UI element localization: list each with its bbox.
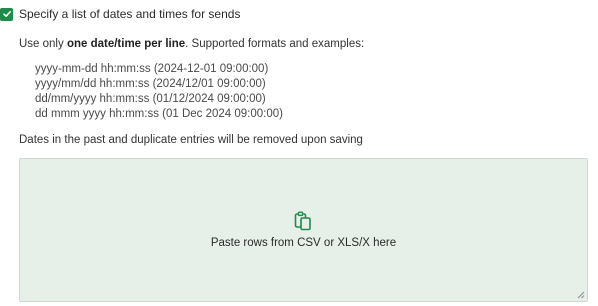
send-dates-label[interactable]: Specify a list of dates and times for se… bbox=[19, 7, 240, 21]
format-example: yyyy/mm/dd hh:mm:ss (2024/12/01 09:00:00… bbox=[35, 78, 266, 90]
format-example: dd/mm/yyyy hh:mm:ss (01/12/2024 09:00:00… bbox=[35, 93, 266, 105]
instructions-suffix: . Supported formats and examples: bbox=[185, 38, 365, 50]
dropzone-label: Paste rows from CSV or XLS/X here bbox=[210, 237, 397, 249]
format-instructions: Use only one date/time per line. Support… bbox=[19, 38, 364, 50]
paste-dropzone[interactable]: Paste rows from CSV or XLS/X here bbox=[19, 158, 588, 302]
paste-icon bbox=[294, 211, 311, 231]
removal-note: Dates in the past and duplicate entries … bbox=[19, 134, 363, 146]
send-dates-checkbox[interactable] bbox=[0, 7, 13, 21]
instructions-prefix: Use only bbox=[19, 38, 67, 50]
resize-handle-icon[interactable] bbox=[577, 291, 585, 299]
format-example: dd mmm yyyy hh:mm:ss (01 Dec 2024 09:00:… bbox=[35, 108, 283, 120]
checkmark-icon bbox=[2, 11, 11, 17]
format-example: yyyy-mm-dd hh:mm:ss (2024-12-01 09:00:00… bbox=[35, 63, 269, 75]
format-examples-list: yyyy-mm-dd hh:mm:ss (2024-12-01 09:00:00… bbox=[35, 62, 283, 122]
instructions-emphasis: one date/time per line bbox=[66, 38, 186, 50]
send-dates-toggle[interactable]: Specify a list of dates and times for se… bbox=[0, 4, 240, 24]
